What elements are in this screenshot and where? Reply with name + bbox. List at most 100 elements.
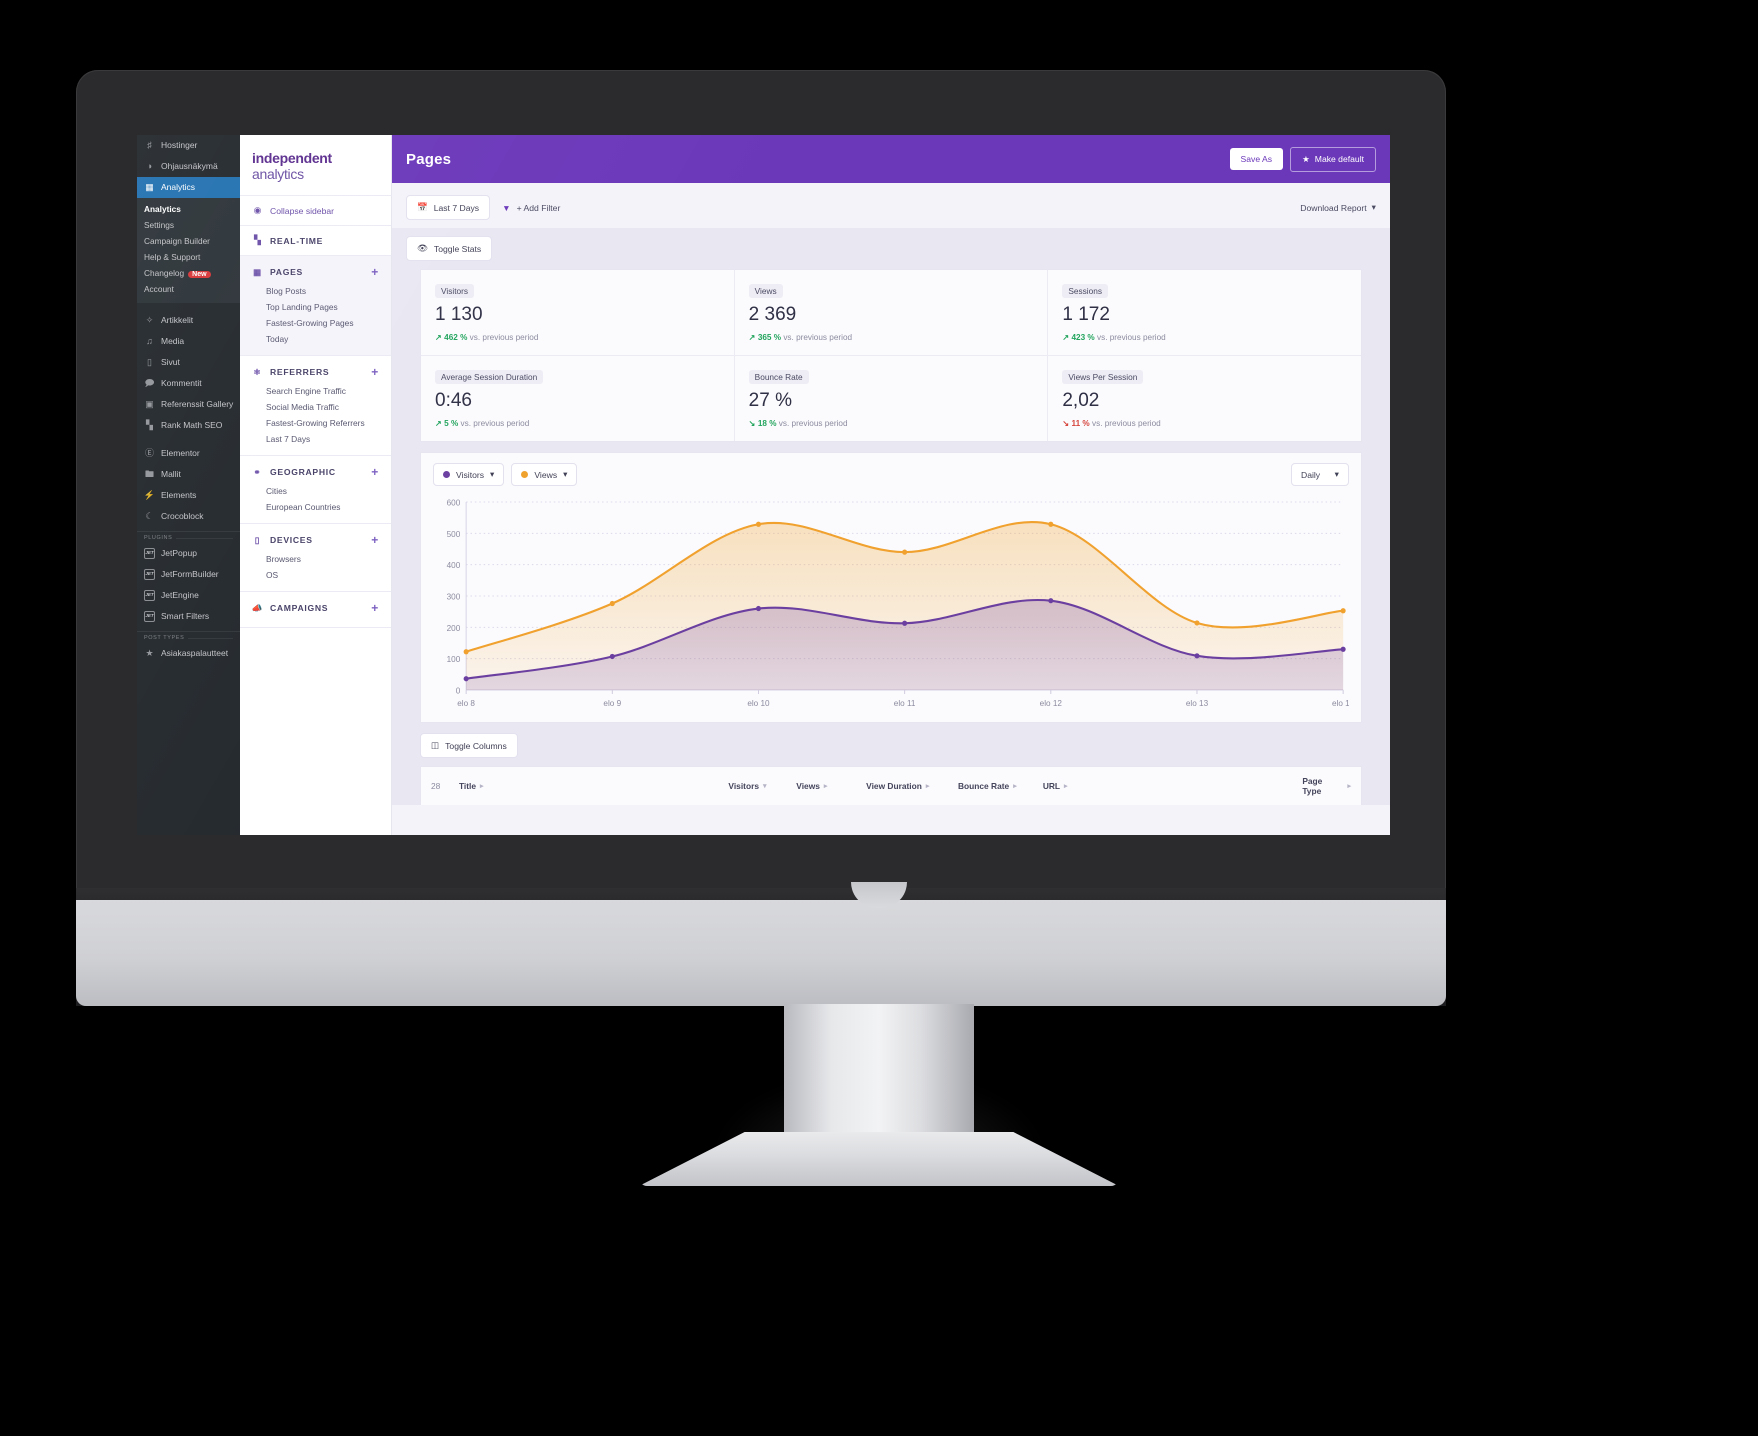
submenu-settings[interactable]: Settings <box>137 217 240 233</box>
sidebar-item-analytics[interactable]: ▦ Analytics <box>137 177 240 198</box>
svg-text:300: 300 <box>447 591 461 601</box>
star-icon: ★ <box>145 647 154 658</box>
sidebar-item-kommentit[interactable]: 🗩 Kommentit <box>137 373 240 394</box>
submenu-help-support[interactable]: Help & Support <box>137 249 240 265</box>
stats-panel: 👁 Toggle Stats Visitors 1 130 ↗ 462 % vs… <box>392 228 1390 805</box>
realtime-nav-item[interactable]: ▚ REAL-TIME <box>240 225 391 255</box>
stat-delta: ↘ 18 % vs. previous period <box>749 418 1034 428</box>
sidebar-item-blog-posts[interactable]: Blog Posts <box>240 283 391 299</box>
sidebar-item-smart-filters[interactable]: JET Smart Filters <box>137 606 240 627</box>
sidebar-item-fastest-growing-pages[interactable]: Fastest-Growing Pages <box>240 315 391 331</box>
sidebar-item-today[interactable]: Today <box>240 331 391 347</box>
realtime-bars-icon: ▚ <box>254 235 261 245</box>
geographic-section-icon: ⚭ <box>253 466 262 477</box>
chevron-down-icon: ▾ <box>1371 202 1376 212</box>
sidebar-item-crocoblock[interactable]: ☾ Crocoblock <box>137 506 240 527</box>
make-default-button[interactable]: ★ Make default <box>1290 146 1376 172</box>
collapse-icon: ◉ <box>253 205 262 215</box>
eye-icon: 👁 <box>417 243 428 253</box>
save-as-button[interactable]: Save As <box>1229 148 1284 170</box>
sidebar-item-jetpopup[interactable]: JET JetPopup <box>137 543 240 564</box>
download-report-button[interactable]: Download Report ▾ <box>1300 202 1376 213</box>
sidebar-filler <box>240 627 391 835</box>
plus-icon[interactable]: + <box>371 366 379 378</box>
toggle-columns-button[interactable]: ◫ Toggle Columns <box>420 733 518 758</box>
trend-up-icon: ↗ <box>748 333 756 342</box>
sidebar-item-rank-math-seo[interactable]: ▚ Rank Math SEO <box>137 415 240 436</box>
sidebar-item-search-engine-traffic[interactable]: Search Engine Traffic <box>240 383 391 399</box>
date-range-picker[interactable]: 📅 Last 7 Days <box>406 195 491 220</box>
column-header-view-duration[interactable]: View Duration ▸ <box>866 781 958 791</box>
column-header-title[interactable]: Title ▸ <box>459 781 728 791</box>
ia-logo-light: analytics <box>252 166 304 182</box>
trend-up-icon: ↗ <box>435 419 442 428</box>
svg-text:elo 12: elo 12 <box>1040 698 1063 708</box>
sidebar-item-elements[interactable]: ⚡ Elements <box>137 485 240 506</box>
submenu-campaign-builder[interactable]: Campaign Builder <box>137 233 240 249</box>
stat-card-average-session-duration: Average Session Duration 0:46 ↗ 5 % vs. … <box>421 356 734 441</box>
page-title: Pages <box>406 150 452 168</box>
svg-text:0: 0 <box>456 685 461 695</box>
sidebar-item-last-7-days[interactable]: Last 7 Days <box>240 431 391 447</box>
column-header-views[interactable]: Views ▸ <box>796 781 866 791</box>
sidebar-item-media[interactable]: ♫ Media <box>137 331 240 352</box>
granularity-select[interactable]: Daily ▾ <box>1291 463 1349 486</box>
sidebar-item-fastest-growing-referrers[interactable]: Fastest-Growing Referrers <box>240 415 391 431</box>
data-table-header: 28 Title ▸ Visitors ▾ Views ▸ View Durat… <box>420 766 1362 805</box>
sidebar-item-asiakaspalautteet[interactable]: ★ Asiakaspalautteet <box>137 643 240 664</box>
plus-icon[interactable]: + <box>371 466 379 478</box>
section-header-devices[interactable]: ▯ DEVICES + <box>240 523 391 551</box>
sidebar-item-sivut[interactable]: ▯ Sivut <box>137 352 240 373</box>
section-header-campaigns[interactable]: 📣 CAMPAIGNS + <box>240 591 391 619</box>
sidebar-item-jetengine[interactable]: JET JetEngine <box>137 585 240 606</box>
sidebar-item-browsers[interactable]: Browsers <box>240 551 391 567</box>
chart-card: Visitors ▾ Views ▾ Daily ▾ 0 100 200 300… <box>420 452 1362 723</box>
column-header-page-type[interactable]: Page Type ▸ <box>1302 776 1351 796</box>
submenu-analytics[interactable]: Analytics <box>137 201 240 217</box>
sidebar-item-label: Elements <box>161 489 197 500</box>
sidebar-item-jetformbuilder[interactable]: JET JetFormBuilder <box>137 564 240 585</box>
sidebar-item-os[interactable]: OS <box>240 567 391 583</box>
analytics-icon: ▦ <box>145 181 154 192</box>
section-pages: ▦ PAGES + Blog Posts Top Landing Pages F… <box>240 255 391 355</box>
column-label: Page Type <box>1302 776 1323 796</box>
stat-value: 2 369 <box>748 304 797 325</box>
sidebar-item-mallit[interactable]: 🖿 Mallit <box>137 464 240 485</box>
sidebar-item-social-media-traffic[interactable]: Social Media Traffic <box>240 399 391 415</box>
sidebar-divider <box>137 436 240 443</box>
comments-icon: 🗩 <box>144 377 155 388</box>
column-header-url[interactable]: URL ▸ <box>1043 781 1303 791</box>
sidebar-item-artikkelit[interactable]: ✧ Artikkelit <box>137 310 240 331</box>
sidebar-item-top-landing-pages[interactable]: Top Landing Pages <box>240 299 391 315</box>
submenu-changelog[interactable]: Changelog New <box>137 265 240 281</box>
legend-visitors[interactable]: Visitors ▾ <box>433 463 505 486</box>
submenu-account[interactable]: Account <box>137 281 240 297</box>
sidebar-item-referenssit-gallery[interactable]: ▣ Referenssit Gallery <box>137 394 240 415</box>
legend-views[interactable]: Views ▾ <box>511 463 578 486</box>
stats-row: Visitors 1 130 ↗ 462 % vs. previous peri… <box>421 270 1361 355</box>
sidebar-item-cities[interactable]: Cities <box>240 483 391 499</box>
section-header-referrers[interactable]: ⚛ REFERRERS + <box>240 355 391 383</box>
sidebar-item-dashboard[interactable]: ◑ Ohjausnäkymä <box>137 156 240 177</box>
column-header-visitors[interactable]: Visitors ▾ <box>728 781 796 791</box>
plus-icon[interactable]: + <box>371 602 379 614</box>
section-header-pages[interactable]: ▦ PAGES + <box>240 255 391 283</box>
sidebar-divider <box>137 303 240 310</box>
section-header-geographic[interactable]: ⚭ GEOGRAPHIC + <box>240 455 391 483</box>
stat-delta: ↗ 5 % vs. previous period <box>435 418 720 428</box>
column-header-bounce-rate[interactable]: Bounce Rate ▸ <box>958 781 1043 791</box>
add-filter-button[interactable]: ▼ + Add Filter <box>502 203 560 213</box>
plus-icon[interactable]: + <box>371 534 379 546</box>
monitor-stand-neck <box>784 1004 974 1154</box>
sidebar-item-label: Referenssit Gallery <box>161 398 234 409</box>
sidebar-item-european-countries[interactable]: European Countries <box>240 499 391 515</box>
toggle-stats-button[interactable]: 👁 Toggle Stats <box>406 236 493 261</box>
collapse-sidebar-button[interactable]: ◉ Collapse sidebar <box>240 195 391 225</box>
sidebar-item-hostinger[interactable]: ♯ Hostinger <box>137 135 240 156</box>
sidebar-item-elementor[interactable]: Ⓔ Elementor <box>137 443 240 464</box>
column-label: View Duration <box>866 781 922 791</box>
columns-icon: ◫ <box>431 740 440 750</box>
svg-text:elo 9: elo 9 <box>603 698 621 708</box>
plus-icon[interactable]: + <box>371 266 379 278</box>
column-label: Bounce Rate <box>957 781 1010 791</box>
